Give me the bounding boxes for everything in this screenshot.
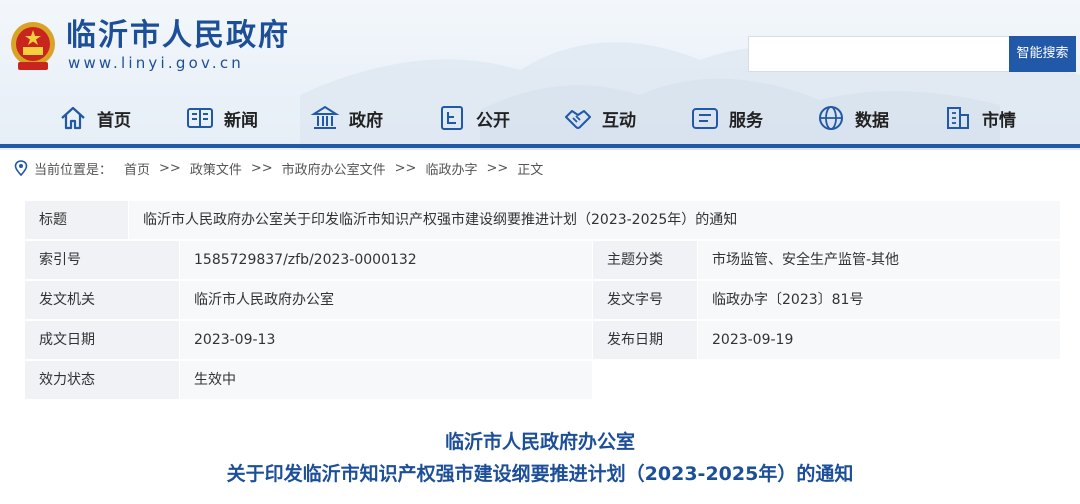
breadcrumb-prefix: 当前位置是： [34, 162, 113, 178]
meta-value-index: 1585729837/zfb/2023-0000132 [180, 241, 592, 279]
nav-label: 首页 [97, 110, 131, 131]
meta-row-title: 标题 临沂市人民政府办公室关于印发临沂市知识产权强市建设纲要推进计划（2023-… [25, 201, 1060, 239]
site-url[interactable]: www.linyi.gov.cn [68, 54, 244, 72]
location-pin-icon [14, 160, 28, 177]
document-title-line2: 关于印发临沂市知识产权强市建设纲要推进计划（2023-2025年）的通知 [226, 463, 854, 485]
data-globe-icon [819, 106, 843, 130]
meta-row-index: 索引号 1585729837/zfb/2023-0000132 主题分类 市场监… [25, 241, 1060, 279]
breadcrumb-item-text: 正文 [517, 162, 544, 178]
meta-label-docno: 发文字号 [593, 281, 697, 319]
breadcrumb-separator: >> [250, 160, 273, 176]
breadcrumb: 当前位置是： 首页 >> 政策文件 >> 市政府办公室文件 >> 临政办字 >>… [12, 156, 543, 180]
site-header: 临沂市人民政府 www.linyi.gov.cn 智能搜索 首页 新闻 政府 公… [0, 0, 1080, 150]
main-nav: 首页 新闻 政府 公开 互动 服务 数据 市情 [0, 96, 1080, 140]
nav-item-interact[interactable]: 互动 [563, 96, 636, 140]
meta-label-title: 标题 [25, 201, 128, 239]
handshake-icon [565, 110, 591, 129]
breadcrumb-separator: >> [394, 160, 417, 176]
meta-label-index: 索引号 [25, 241, 179, 279]
national-emblem-icon [11, 22, 55, 70]
breadcrumb-item-policy[interactable]: 政策文件 [190, 159, 242, 178]
nav-item-data[interactable]: 数据 [816, 96, 889, 140]
meta-label-status: 效力状态 [25, 361, 179, 399]
meta-row-issuer: 发文机关 临沂市人民政府办公室 发文字号 临政办字〔2023〕81号 [25, 281, 1060, 319]
nav-item-home[interactable]: 首页 [58, 96, 131, 140]
nav-item-news[interactable]: 新闻 [185, 96, 258, 140]
nav-label: 市情 [982, 110, 1016, 131]
home-icon [61, 106, 85, 130]
nav-divider [0, 144, 1080, 148]
nav-label: 新闻 [224, 110, 258, 131]
meta-value-topic: 市场监管、安全生产监管-其他 [698, 241, 1060, 279]
nav-item-government[interactable]: 政府 [310, 96, 383, 140]
breadcrumb-item-home[interactable]: 首页 [124, 159, 150, 178]
meta-label-created: 成文日期 [25, 321, 179, 359]
news-icon [187, 108, 213, 128]
open-document-icon [441, 106, 463, 130]
nav-label: 政府 [349, 110, 383, 131]
nav-item-city[interactable]: 市情 [943, 96, 1016, 140]
meta-value-title: 临沂市人民政府办公室关于印发临沂市知识产权强市建设纲要推进计划（2023-202… [129, 201, 1060, 239]
meta-label-published: 发布日期 [593, 321, 697, 359]
document-title-line1: 临沂市人民政府办公室 [444, 431, 635, 453]
meta-value-docno: 临政办字〔2023〕81号 [698, 281, 1060, 319]
nav-label: 公开 [476, 110, 510, 131]
meta-value-published: 2023-09-19 [698, 321, 1060, 359]
search-button[interactable]: 智能搜索 [1009, 36, 1076, 72]
breadcrumb-separator: >> [486, 160, 509, 176]
nav-item-service[interactable]: 服务 [690, 96, 763, 140]
meta-value-created: 2023-09-13 [180, 321, 592, 359]
meta-value-status: 生效中 [180, 361, 592, 399]
nav-label: 服务 [729, 110, 763, 131]
meta-label-topic: 主题分类 [593, 241, 697, 279]
meta-value-issuer: 临沂市人民政府办公室 [180, 281, 592, 319]
government-building-icon [310, 105, 340, 129]
search-input[interactable] [748, 36, 1010, 72]
breadcrumb-separator: >> [159, 160, 181, 176]
nav-item-open[interactable]: 公开 [437, 96, 510, 140]
nav-label: 数据 [855, 110, 889, 131]
city-building-icon [947, 107, 969, 129]
meta-label-issuer: 发文机关 [25, 281, 179, 319]
meta-row-dates: 成文日期 2023-09-13 发布日期 2023-09-19 [25, 321, 1060, 359]
meta-row-status: 效力状态 生效中 [25, 361, 593, 399]
service-icon [692, 108, 718, 129]
breadcrumb-item-linzhengban[interactable]: 临政办字 [425, 159, 477, 178]
site-title[interactable]: 临沂市人民政府 [66, 16, 290, 56]
nav-label: 互动 [602, 110, 636, 131]
breadcrumb-item-office-files[interactable]: 市政府办公室文件 [282, 159, 386, 178]
